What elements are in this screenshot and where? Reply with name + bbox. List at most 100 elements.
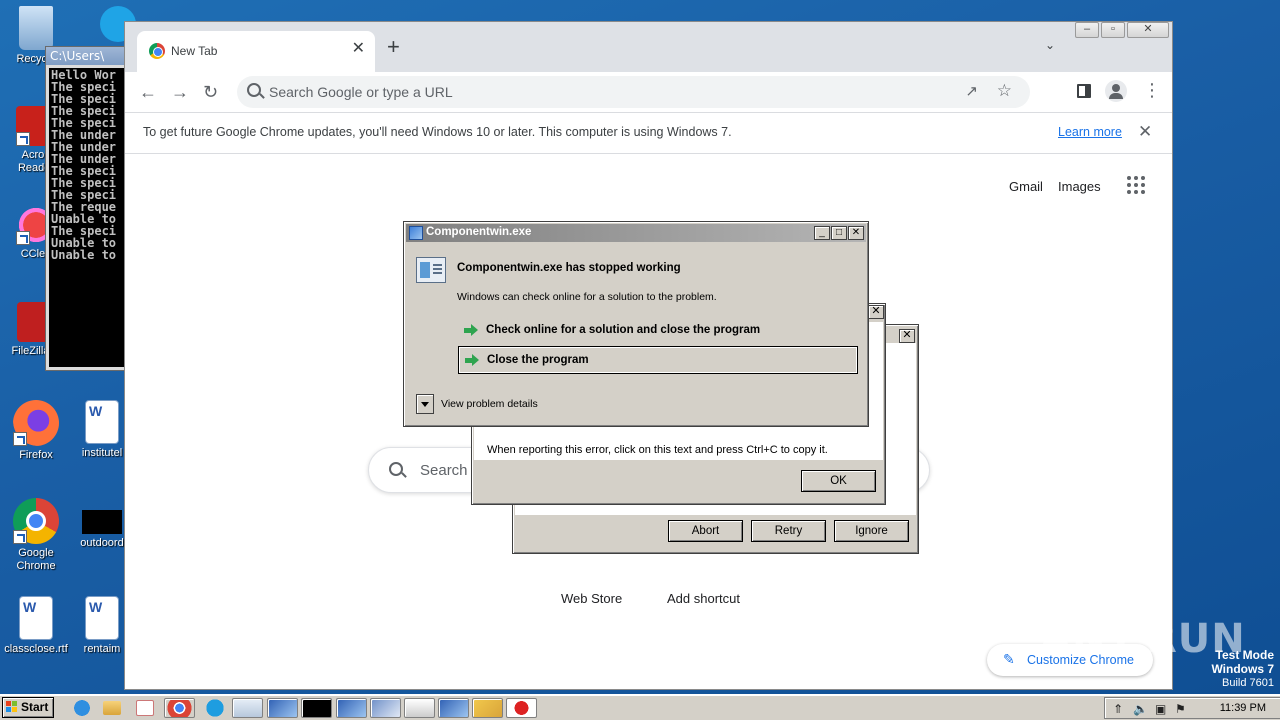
start-label: Start — [21, 700, 49, 714]
view-problem-details-label[interactable]: View problem details — [441, 398, 538, 410]
omnibox[interactable]: Search Google or type a URL ↗ ☆ — [237, 76, 1030, 108]
tab-title: New Tab — [171, 44, 218, 58]
ntp-search-placeholder[interactable]: Search — [420, 462, 468, 479]
kebab-menu-icon[interactable]: ⋮ — [1143, 80, 1161, 100]
error-report-taskbar-icon[interactable] — [506, 698, 537, 718]
chrome-taskbar-icon[interactable] — [164, 698, 195, 718]
windows-version-line: Windows 7 — [1211, 662, 1274, 676]
start-button[interactable]: Start — [2, 697, 54, 718]
app-taskbar-icon[interactable] — [336, 698, 367, 718]
green-arrow-icon — [465, 354, 479, 366]
recycle-bin-icon — [19, 6, 53, 50]
desktop-icon-label: Firefox — [19, 449, 53, 461]
retry-button[interactable]: Retry — [751, 520, 826, 542]
componentwin-taskbar-icon[interactable] — [267, 698, 298, 718]
network-icon[interactable]: ▣ — [1155, 702, 1166, 716]
restore-button[interactable]: ▫ — [1101, 22, 1125, 38]
infobar-close-icon[interactable]: ✕ — [1138, 122, 1152, 142]
stopped-working-dialog[interactable]: Componentwin.exe _ □ ✕ Componentwin.exe … — [403, 221, 869, 427]
check-online-option[interactable]: Check online for a solution and close th… — [458, 317, 858, 345]
shortcut-arrow-icon — [16, 231, 30, 245]
volume-icon[interactable]: 🔈 — [1133, 702, 1148, 716]
ok-button[interactable]: OK — [801, 470, 876, 492]
maximize-icon[interactable]: □ — [831, 226, 847, 240]
desktop-icon-firefox[interactable]: Firefox — [4, 400, 68, 462]
copy-hint-text[interactable]: When reporting this error, click on this… — [487, 444, 828, 456]
gmail-link[interactable]: Gmail — [1009, 179, 1043, 194]
tab-close-icon[interactable]: ✕ — [352, 41, 365, 57]
close-icon[interactable]: ✕ — [848, 226, 864, 240]
dialog-title: Componentwin.exe — [426, 226, 532, 238]
application-icon — [409, 226, 423, 240]
console-window[interactable]: C:\Users\ Hello Wor The speci The speci The… — [45, 46, 127, 371]
minimize-icon[interactable]: _ — [814, 226, 830, 240]
window-controls: – ▫ ✕ — [1075, 22, 1169, 38]
pencil-icon: ✎ — [1003, 651, 1015, 667]
tray-expand-icon[interactable]: ⇑ — [1113, 702, 1123, 716]
images-link[interactable]: Images — [1058, 179, 1101, 194]
shortcut-arrow-icon — [13, 530, 27, 544]
bookmark-star-icon[interactable]: ☆ — [997, 81, 1012, 101]
brush-taskbar-icon[interactable] — [472, 698, 503, 718]
chrome-favicon-icon — [149, 43, 165, 59]
action-center-flag-icon[interactable]: ⚑ — [1175, 702, 1186, 716]
black-file-icon — [82, 510, 122, 534]
close-program-label: Close the program — [487, 354, 589, 366]
minimize-button[interactable]: – — [1075, 22, 1099, 38]
console-output: Hello Wor The speci The speci The speci The … — [49, 68, 126, 367]
omnibox-placeholder[interactable]: Search Google or type a URL — [269, 84, 453, 100]
test-mode-line: Test Mode — [1215, 648, 1274, 662]
expand-details-chevron-icon[interactable] — [416, 394, 434, 414]
shortcut-add[interactable]: Add shortcut — [667, 591, 740, 606]
edge-icon[interactable] — [203, 698, 227, 718]
chrome-icon — [13, 498, 59, 544]
console-title[interactable]: C:\Users\ — [46, 47, 126, 65]
firefox-icon — [13, 400, 59, 446]
dialog-close-icon[interactable]: ✕ — [868, 305, 884, 319]
app-taskbar-icon[interactable] — [370, 698, 401, 718]
search-icon — [247, 83, 261, 97]
window-taskbar-icon[interactable] — [232, 698, 263, 718]
calculator-taskbar-icon[interactable] — [404, 698, 435, 718]
build-line: Build 7601 — [1222, 677, 1274, 689]
side-panel-icon[interactable] — [1077, 84, 1091, 98]
word-document-icon: W — [85, 400, 119, 444]
word-document-icon: W — [19, 596, 53, 640]
forward-arrow-icon[interactable]: → — [171, 82, 189, 102]
file-explorer-icon[interactable] — [103, 701, 121, 715]
green-arrow-icon — [464, 324, 478, 336]
share-icon[interactable]: ↗ — [965, 82, 978, 100]
new-tab-button[interactable]: + — [387, 36, 400, 58]
test-mode-label: Test Mode Windows 7 Build 7601 — [1211, 648, 1274, 690]
internet-explorer-icon[interactable] — [70, 698, 94, 718]
back-arrow-icon[interactable]: ← — [139, 82, 157, 102]
app-taskbar-icon[interactable] — [438, 698, 469, 718]
desktop-icon-label: Google Chrome — [16, 547, 56, 572]
shortcut-web-store[interactable]: Web Store — [561, 591, 622, 606]
tab-search-chevron-icon[interactable]: ⌄ — [1045, 38, 1055, 52]
reload-icon[interactable]: ↻ — [203, 82, 218, 102]
google-apps-grid-icon[interactable] — [1127, 176, 1145, 194]
tab-new-tab[interactable]: New Tab ✕ — [137, 31, 375, 72]
learn-more-link[interactable]: Learn more — [1058, 125, 1122, 139]
ignore-button[interactable]: Ignore — [834, 520, 909, 542]
system-tray: ⇑ 🔈 ▣ ⚑ 11:39 PM — [1104, 697, 1280, 719]
taskbar: Start ⇑ 🔈 ▣ ⚑ 11:39 PM — [0, 694, 1280, 720]
toolbar: ← → ↻ Search Google or type a URL ↗ ☆ ⋮ — [125, 72, 1172, 112]
desktop-icon-google-chrome[interactable]: Google Chrome — [4, 498, 68, 573]
clock[interactable]: 11:39 PM — [1220, 702, 1266, 714]
dialog-titlebar[interactable]: Componentwin.exe _ □ ✕ — [406, 224, 866, 242]
abort-button[interactable]: Abort — [668, 520, 743, 542]
close-program-option[interactable]: Close the program — [458, 346, 858, 374]
desktop-icon-label: classclose.rtf — [4, 643, 68, 655]
desktop-icon-classclose[interactable]: W classclose.rtf — [4, 596, 68, 656]
dialog-subtext: Windows can check online for a solution … — [457, 291, 717, 303]
close-window-button[interactable]: ✕ — [1127, 22, 1169, 38]
dialog-close-icon[interactable]: ✕ — [899, 329, 915, 343]
media-player-icon[interactable] — [136, 700, 154, 716]
console-taskbar-icon[interactable] — [301, 698, 332, 718]
profile-avatar-icon[interactable] — [1105, 80, 1127, 102]
console-line: Unable to — [51, 248, 117, 262]
update-infobar: To get future Google Chrome updates, you… — [125, 112, 1172, 154]
shortcut-arrow-icon — [13, 432, 27, 446]
